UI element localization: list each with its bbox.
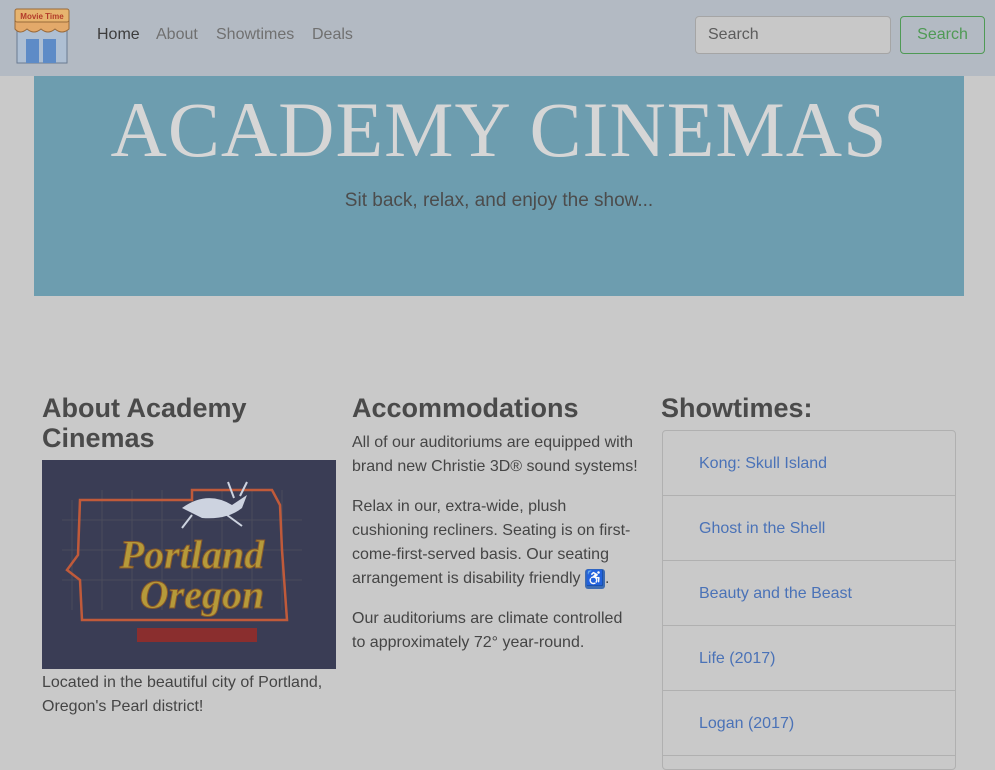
- nav-link-showtimes[interactable]: Showtimes: [216, 26, 294, 44]
- accommodations-paragraph-climate: Our auditoriums are climate controlled t…: [352, 610, 623, 651]
- accommodations-paragraph-seating: Relax in our, extra-wide, plush cushioni…: [352, 498, 631, 589]
- accommodations-paragraph-sound: All of our auditoriums are equipped with…: [352, 434, 638, 475]
- search-input[interactable]: [695, 16, 891, 54]
- logo-text: Movie Time: [20, 12, 64, 21]
- store-logo-icon[interactable]: Movie Time: [13, 7, 71, 65]
- nav-link-about[interactable]: About: [156, 26, 198, 44]
- hero-subtitle: Sit back, relax, and enjoy the show...: [344, 190, 654, 211]
- accommodations-heading: Accommodations: [352, 393, 579, 423]
- list-item: Kong: Skull Island: [663, 431, 955, 496]
- list-item: Beauty and the Beast: [663, 561, 955, 626]
- sign-text-oregon: Oregon: [140, 572, 264, 617]
- nav-link-deals[interactable]: Deals: [312, 26, 353, 44]
- hero-title: ACADEMY CINEMAS: [110, 86, 888, 173]
- wheelchair-icon: ♿: [585, 568, 605, 589]
- list-item: Life (2017): [663, 626, 955, 691]
- showtime-link[interactable]: Logan (2017): [699, 715, 794, 732]
- list-item: Logan (2017): [663, 691, 955, 756]
- showtimes-heading: Showtimes:: [661, 393, 813, 423]
- showtimes-list: Kong: Skull Island Ghost in the Shell Be…: [662, 430, 956, 770]
- about-caption: Located in the beautiful city of Portlan…: [42, 674, 323, 715]
- showtime-link[interactable]: Ghost in the Shell: [699, 520, 825, 537]
- hero-banner: ACADEMY CINEMAS Sit back, relax, and enj…: [34, 76, 964, 296]
- sign-text-portland: Portland: [119, 532, 265, 577]
- about-heading-line1: About Academy: [42, 393, 247, 423]
- portland-sign-photo: Portland Oregon: [42, 460, 336, 669]
- showtime-link[interactable]: Life (2017): [699, 650, 776, 667]
- about-heading-line2: Cinemas: [42, 423, 155, 453]
- list-item: Ghost in the Shell: [663, 496, 955, 561]
- nav-link-home[interactable]: Home: [97, 26, 140, 44]
- showtime-link[interactable]: Beauty and the Beast: [699, 585, 852, 602]
- navbar: Movie Time Home About Showtimes Deals Se…: [0, 0, 995, 76]
- search-button[interactable]: Search: [900, 16, 985, 54]
- about-heading: About Academy Cinemas: [42, 393, 247, 453]
- showtime-link[interactable]: Kong: Skull Island: [699, 455, 827, 472]
